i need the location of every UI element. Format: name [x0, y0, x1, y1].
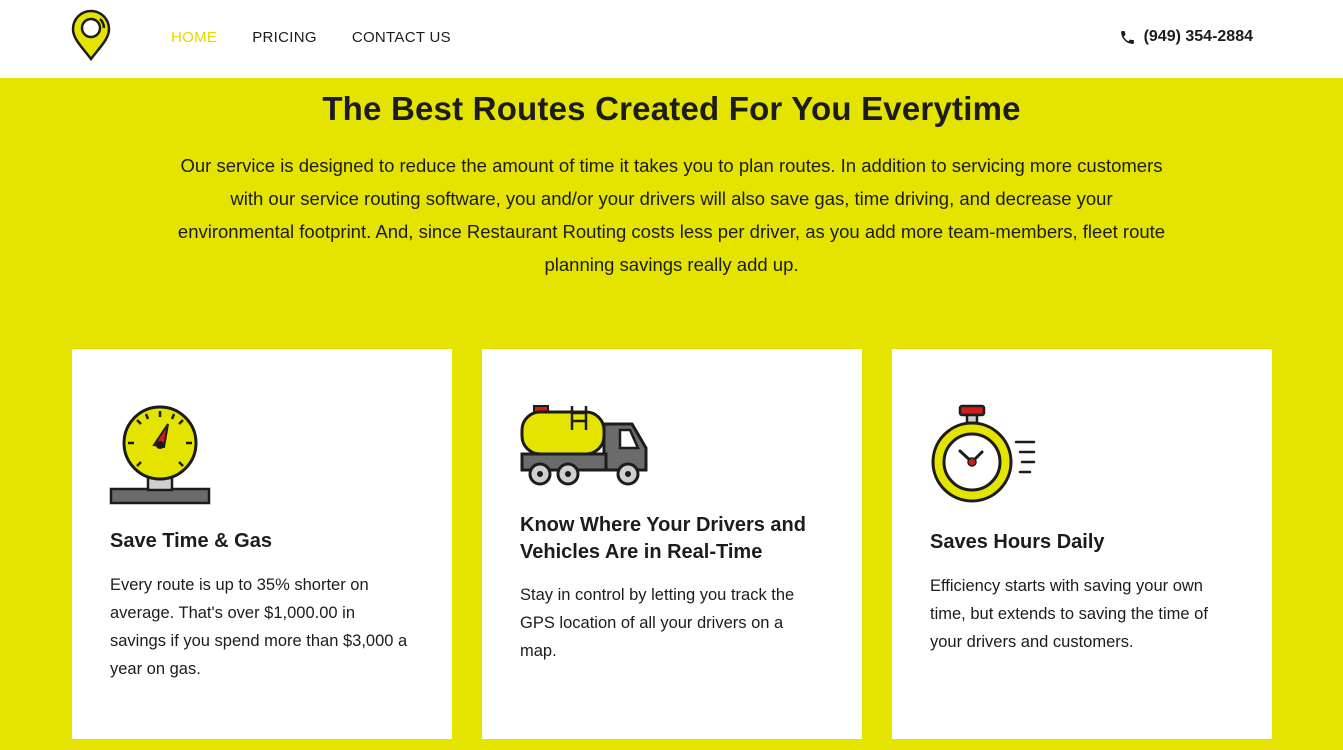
card-text: Every route is up to 35% shorter on aver… [110, 576, 408, 678]
card-text: Efficiency starts with saving your own t… [930, 577, 1208, 651]
feature-card-saves-hours: Saves Hours Daily Efficiency starts with… [892, 349, 1272, 739]
phone-contact[interactable]: (949) 354-2884 [1119, 28, 1253, 46]
phone-number[interactable]: (949) 354-2884 [1144, 28, 1253, 46]
hero-description: Our service is designed to reduce the am… [177, 155, 1166, 275]
gas-gauge-icon [109, 405, 211, 505]
stopwatch-icon [931, 404, 1036, 503]
site-header: HOME PRICING CONTACT US (949) 354-2884 [0, 0, 1343, 78]
nav-home-link[interactable]: HOME [171, 29, 217, 47]
card-text: Stay in control by letting you track the… [520, 586, 795, 660]
main-nav: HOME PRICING CONTACT US [171, 29, 486, 47]
map-pin-logo-icon[interactable] [70, 9, 112, 61]
card-title: Know Where Your Drivers and Vehicles Are… [520, 514, 806, 563]
phone-icon [1120, 30, 1134, 44]
card-title: Save Time & Gas [110, 530, 272, 552]
tanker-truck-icon [520, 405, 648, 486]
hero-title: The Best Routes Created For You Everytim… [322, 90, 1021, 127]
nav-pricing-link[interactable]: PRICING [252, 29, 317, 47]
feature-card-real-time: Know Where Your Drivers and Vehicles Are… [482, 349, 862, 739]
feature-card-save-time: Save Time & Gas Every route is up to 35%… [72, 349, 452, 739]
card-title: Saves Hours Daily [930, 531, 1105, 553]
nav-contact-link[interactable]: CONTACT US [352, 29, 451, 47]
